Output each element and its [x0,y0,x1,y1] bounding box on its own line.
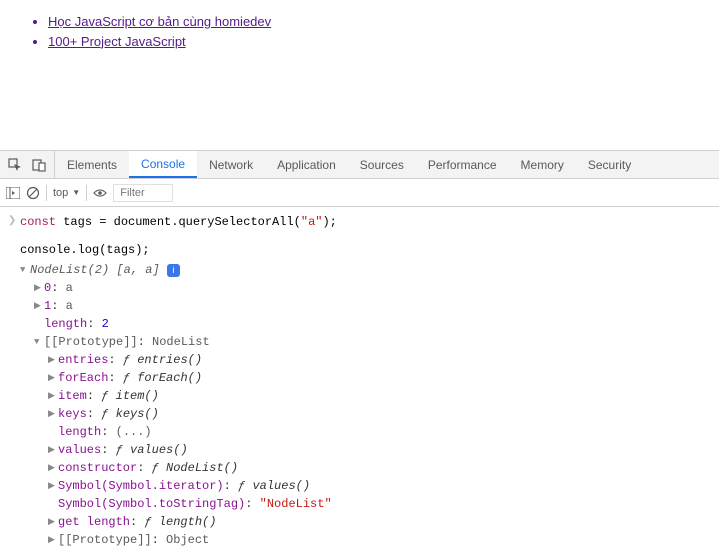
filter-wrap [113,184,713,202]
tree-row[interactable]: [[Prototype]]: NodeList [0,333,719,351]
tree-row[interactable]: values: ƒ values() [0,441,719,459]
context-selector[interactable]: top▼ [53,187,80,199]
devtools-panel: Elements Console Network Application Sou… [0,150,719,551]
tree-row[interactable]: [[Prototype]]: Object [0,531,719,549]
tree-row[interactable]: keys: ƒ keys() [0,405,719,423]
tab-memory[interactable]: Memory [509,151,576,178]
filter-input[interactable] [113,184,173,202]
tree-row[interactable]: forEach: ƒ forEach() [0,369,719,387]
tab-performance[interactable]: Performance [416,151,509,178]
link-1[interactable]: Học JavaScript cơ bản cùng homiedev [48,14,271,29]
list-item: Học JavaScript cơ bản cùng homiedev [48,12,719,32]
tree-row[interactable]: Symbol(Symbol.toStringTag): "NodeList" [0,495,719,513]
console-input-line: ❯ const tags = document.querySelectorAll… [0,211,719,233]
device-icon[interactable] [32,158,46,172]
devtools-tabbar: Elements Console Network Application Sou… [0,151,719,179]
console-toolbar: top▼ [0,179,719,207]
separator [86,185,87,201]
tree-row[interactable]: length: 2 [0,315,719,333]
separator [46,185,47,201]
tree-row[interactable]: constructor: ƒ NodeList() [0,459,719,477]
tree-row[interactable]: item: ƒ item() [0,387,719,405]
console-input-line: console.log(tags); [0,239,719,261]
tab-network[interactable]: Network [197,151,265,178]
tree-row[interactable]: 1: a [0,297,719,315]
console-output[interactable]: ❯ const tags = document.querySelectorAll… [0,207,719,553]
nodelist-header[interactable]: NodeList(2) [a, a] i [0,261,719,279]
clear-icon[interactable] [26,186,40,200]
tab-elements[interactable]: Elements [55,151,129,178]
tree-row[interactable]: length: (...) [0,423,719,441]
tab-sources[interactable]: Sources [348,151,416,178]
inspect-icon[interactable] [8,158,22,172]
tree-row[interactable]: 0: a [0,279,719,297]
list-item: 100+ Project JavaScript [48,32,719,52]
tab-application[interactable]: Application [265,151,348,178]
tree-row[interactable]: entries: ƒ entries() [0,351,719,369]
tab-security[interactable]: Security [576,151,643,178]
eye-icon[interactable] [93,186,107,200]
page-content: Học JavaScript cơ bản cùng homiedev 100+… [0,0,719,51]
tree-row[interactable]: get length: ƒ length() [0,513,719,531]
sidebar-toggle-icon[interactable] [6,186,20,200]
link-2[interactable]: 100+ Project JavaScript [48,34,186,49]
tab-console[interactable]: Console [129,151,197,178]
tree-row[interactable]: Symbol(Symbol.iterator): ƒ values() [0,477,719,495]
info-icon[interactable]: i [167,264,180,277]
